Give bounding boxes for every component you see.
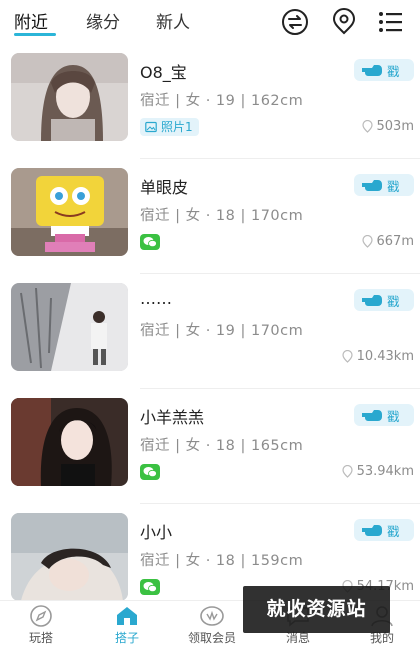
user-card[interactable]: O8_宝 宿迁 | 女 · 19 | 162cm 戳 照片1 503m bbox=[0, 44, 420, 159]
poke-label: 戳 bbox=[387, 179, 400, 194]
nav-item-play[interactable]: 玩搭 bbox=[6, 604, 76, 646]
user-name: O8_宝 bbox=[140, 63, 187, 82]
distance-label: 503m bbox=[361, 119, 414, 134]
user-name: …… bbox=[140, 289, 172, 308]
photo-count-tag[interactable]: 照片1 bbox=[140, 118, 199, 136]
wechat-icon[interactable] bbox=[140, 579, 160, 595]
user-name: 小羊羔羔 bbox=[140, 408, 205, 427]
user-card[interactable]: 单眼皮 宿迁 | 女 · 18 | 170cm 戳 667m bbox=[0, 159, 420, 274]
location-small-icon bbox=[341, 465, 353, 478]
poke-button[interactable]: 戳 bbox=[354, 404, 414, 426]
distance-value: 10.43km bbox=[356, 349, 414, 364]
poke-hand-icon bbox=[362, 180, 382, 191]
nav-item-vip[interactable]: 领取会员 bbox=[177, 604, 247, 646]
tab-newcomers[interactable]: 新人 bbox=[156, 8, 190, 33]
user-info: 宿迁 | 女 · 18 | 170cm bbox=[140, 208, 304, 224]
poke-label: 戳 bbox=[387, 64, 400, 79]
poke-label: 戳 bbox=[387, 524, 400, 539]
user-card[interactable]: 小羊羔羔 宿迁 | 女 · 18 | 165cm 戳 53.94km bbox=[0, 389, 420, 504]
user-name: 小小 bbox=[140, 523, 173, 542]
poke-label: 戳 bbox=[387, 294, 400, 309]
user-avatar-photo[interactable] bbox=[11, 513, 128, 601]
list-menu-icon[interactable] bbox=[377, 8, 405, 36]
vip-icon bbox=[200, 606, 224, 626]
poke-hand-icon bbox=[362, 295, 382, 306]
nav-label: 玩搭 bbox=[28, 631, 53, 645]
distance-value: 503m bbox=[376, 119, 414, 134]
top-bar: 附近 缘分 新人 bbox=[0, 0, 420, 44]
distance-label: 10.43km bbox=[341, 349, 414, 364]
image-icon bbox=[145, 121, 157, 133]
distance-value: 53.94km bbox=[356, 464, 414, 479]
location-small-icon bbox=[341, 350, 353, 363]
nav-item-partner[interactable]: 搭子 bbox=[92, 604, 162, 646]
wechat-icon[interactable] bbox=[140, 234, 160, 250]
user-avatar-photo[interactable] bbox=[11, 283, 128, 371]
user-card[interactable]: …… 宿迁 | 女 · 19 | 170cm 戳 10.43km bbox=[0, 274, 420, 389]
user-info: 宿迁 | 女 · 19 | 162cm bbox=[140, 93, 304, 109]
location-pin-icon[interactable] bbox=[330, 8, 358, 36]
user-avatar-photo[interactable] bbox=[11, 398, 128, 486]
poke-button[interactable]: 戳 bbox=[354, 59, 414, 81]
poke-hand-icon bbox=[362, 410, 382, 421]
poke-hand-icon bbox=[362, 65, 382, 76]
location-small-icon bbox=[361, 120, 373, 133]
watermark-overlay: 就收资源站 bbox=[243, 586, 390, 633]
location-small-icon bbox=[361, 235, 373, 248]
tab-fate[interactable]: 缘分 bbox=[86, 8, 120, 33]
poke-button[interactable]: 戳 bbox=[354, 519, 414, 541]
nav-label: 搭子 bbox=[114, 631, 139, 645]
distance-label: 667m bbox=[361, 234, 414, 249]
nav-label: 领取会员 bbox=[187, 631, 236, 645]
user-info: 宿迁 | 女 · 18 | 165cm bbox=[140, 438, 304, 454]
poke-hand-icon bbox=[362, 525, 382, 536]
poke-button[interactable]: 戳 bbox=[354, 289, 414, 311]
tab-nearby[interactable]: 附近 bbox=[14, 8, 48, 33]
poke-button[interactable]: 戳 bbox=[354, 174, 414, 196]
user-info: 宿迁 | 女 · 19 | 170cm bbox=[140, 323, 304, 339]
user-avatar-photo[interactable] bbox=[11, 53, 128, 141]
active-tab-indicator bbox=[14, 33, 56, 36]
user-name: 单眼皮 bbox=[140, 178, 189, 197]
wechat-icon[interactable] bbox=[140, 464, 160, 480]
distance-label: 53.94km bbox=[341, 464, 414, 479]
distance-value: 667m bbox=[376, 234, 414, 249]
swap-icon[interactable] bbox=[281, 8, 309, 36]
user-info: 宿迁 | 女 · 18 | 159cm bbox=[140, 553, 304, 569]
poke-label: 戳 bbox=[387, 409, 400, 424]
photo-count-label: 照片1 bbox=[161, 120, 193, 134]
user-avatar-photo[interactable] bbox=[11, 168, 128, 256]
compass-icon bbox=[30, 605, 52, 627]
home-icon bbox=[117, 607, 137, 625]
